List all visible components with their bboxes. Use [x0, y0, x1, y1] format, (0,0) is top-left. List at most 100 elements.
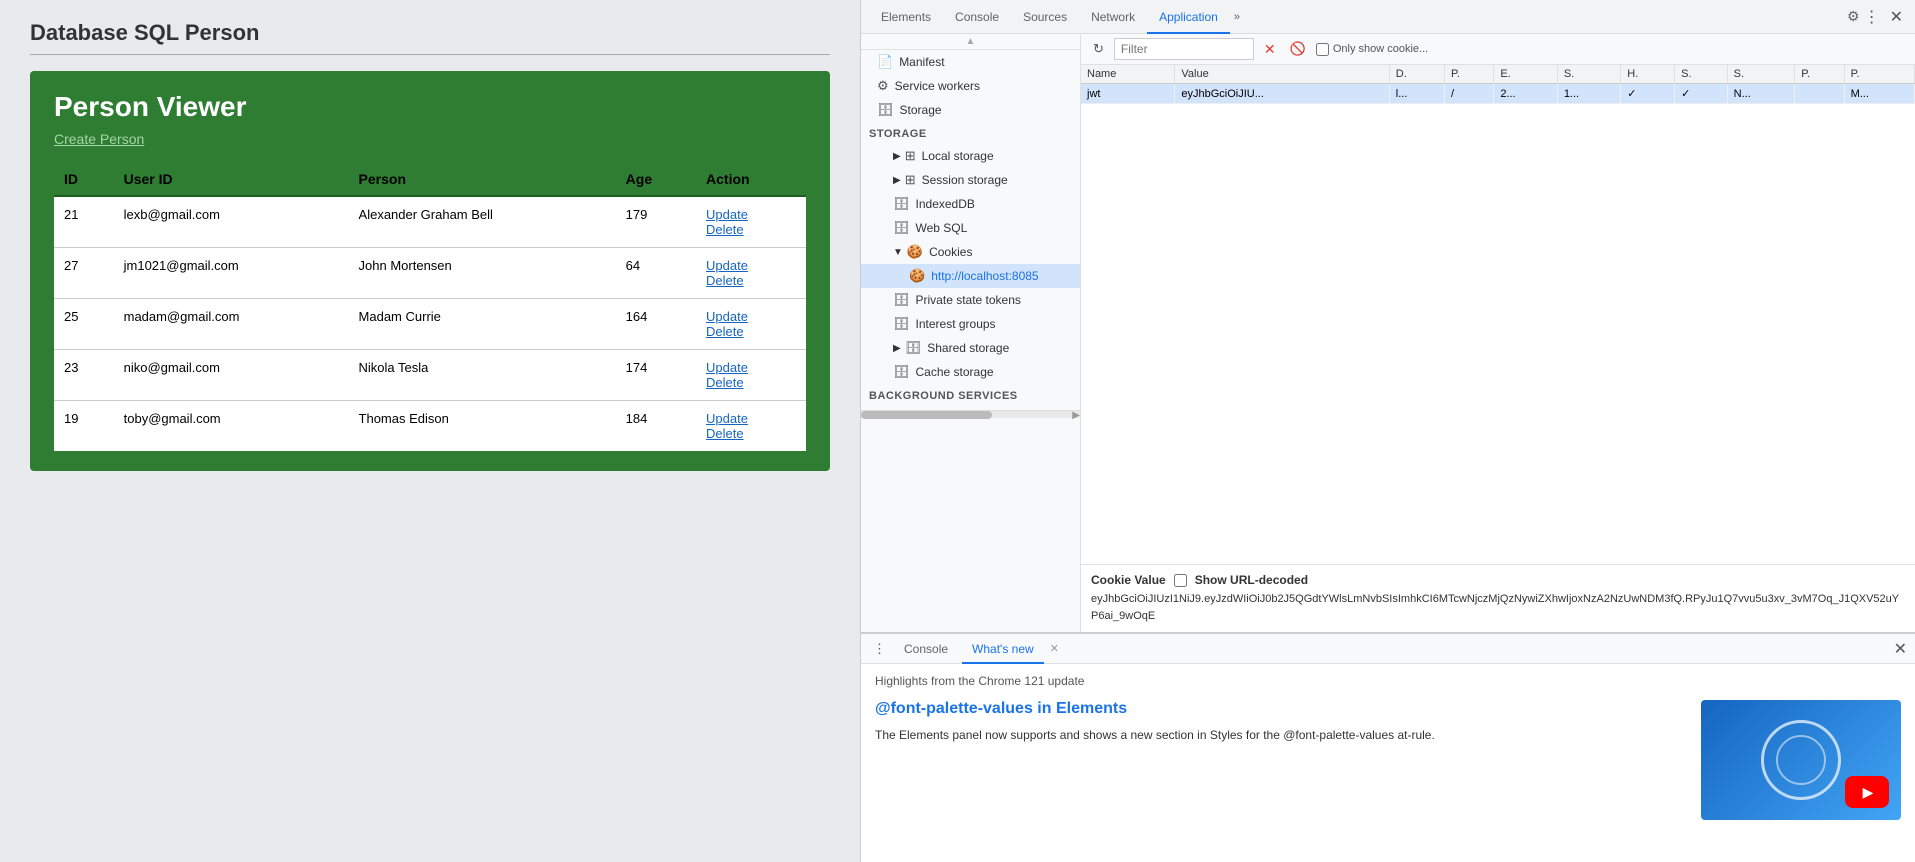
sidebar-scroll-track: ▶ [861, 410, 1080, 418]
cookie-s1: 1... [1557, 84, 1620, 104]
cookie-p2 [1795, 84, 1844, 104]
sidebar-item-local-storage[interactable]: ▶ ⊞ Local storage [861, 144, 1080, 168]
sidebar-cookies-host-label: http://localhost:8085 [931, 269, 1038, 283]
cell-id: 25 [54, 299, 114, 350]
cell-person: Madam Currie [349, 299, 616, 350]
bottom-more-options-icon[interactable]: ⋮ [869, 641, 890, 657]
cookie-s3: N... [1727, 84, 1795, 104]
close-devtools-icon[interactable]: ✕ [1886, 7, 1907, 27]
update-link[interactable]: Update [706, 411, 796, 426]
sidebar-scroll-right[interactable]: ▶ [1072, 410, 1080, 421]
table-row: 19 toby@gmail.com Thomas Edison 184 Upda… [54, 401, 806, 452]
cookie-value: eyJhbGciOiJIU... [1175, 84, 1389, 104]
devtools-body: ▲ 📄 Manifest ⚙ Service workers 🗄 Storage… [861, 34, 1915, 632]
sidebar-scroll-thumb[interactable] [861, 411, 992, 419]
delete-link[interactable]: Delete [706, 222, 796, 237]
session-storage-icon: ⊞ [905, 172, 916, 188]
refresh-cookies-button[interactable]: ↻ [1089, 39, 1108, 59]
whats-new-thumbnail [1701, 700, 1901, 820]
cell-user-id: madam@gmail.com [114, 299, 349, 350]
bottom-toolbar: ⋮ Console What's new ✕ ✕ [861, 634, 1915, 664]
cookie-col-s3[interactable]: S. [1727, 65, 1795, 84]
delete-link[interactable]: Delete [706, 273, 796, 288]
update-link[interactable]: Update [706, 258, 796, 273]
sidebar-item-storage-top[interactable]: 🗄 Storage [861, 98, 1080, 122]
cookie-col-s2[interactable]: S. [1675, 65, 1728, 84]
only-show-checkbox[interactable] [1316, 43, 1329, 56]
youtube-play-button[interactable] [1845, 776, 1889, 808]
cell-id: 23 [54, 350, 114, 401]
delete-link[interactable]: Delete [706, 324, 796, 339]
sidebar-item-private-state-tokens[interactable]: 🗄 Private state tokens [861, 288, 1080, 312]
sidebar-item-web-sql[interactable]: 🗄 Web SQL [861, 216, 1080, 240]
sidebar-item-indexed-db[interactable]: 🗄 IndexedDB [861, 192, 1080, 216]
sidebar-item-manifest[interactable]: 📄 Manifest [861, 50, 1080, 74]
filter-input[interactable] [1114, 38, 1254, 60]
update-link[interactable]: Update [706, 207, 796, 222]
cookie-value-label: Cookie Value [1091, 573, 1166, 587]
thumb-inner-circle [1776, 735, 1826, 785]
sidebar-item-interest-groups[interactable]: 🗄 Interest groups [861, 312, 1080, 336]
tab-sources[interactable]: Sources [1011, 0, 1079, 34]
delete-link[interactable]: Delete [706, 426, 796, 441]
storage-section-header: Storage [861, 122, 1080, 144]
tab-console[interactable]: Console [943, 0, 1011, 34]
whats-new-tab-close[interactable]: ✕ [1048, 642, 1061, 655]
cell-person: Thomas Edison [349, 401, 616, 452]
sidebar-item-shared-storage[interactable]: ▶ 🗄 Shared storage [861, 336, 1080, 360]
cookie-col-e[interactable]: E. [1494, 65, 1557, 84]
close-bottom-panel-icon[interactable]: ✕ [1894, 639, 1907, 659]
cell-action: Update Delete [696, 401, 806, 452]
update-link[interactable]: Update [706, 309, 796, 324]
bottom-tab-whats-new[interactable]: What's new [962, 634, 1044, 664]
tab-network[interactable]: Network [1079, 0, 1147, 34]
whats-new-title: @font-palette-values in Elements [875, 700, 1685, 718]
devtools-bottom: ⋮ Console What's new ✕ ✕ Highlights from… [861, 632, 1915, 862]
clear-filter-button[interactable]: ✕ [1260, 39, 1280, 60]
cookies-host-icon: 🍪 [909, 268, 925, 284]
bottom-content: Highlights from the Chrome 121 update @f… [861, 664, 1915, 862]
thumb-circle [1761, 720, 1841, 800]
cookie-col-h[interactable]: H. [1621, 65, 1675, 84]
cache-storage-icon: 🗄 [893, 364, 910, 380]
tab-elements[interactable]: Elements [869, 0, 943, 34]
sidebar-interest-groups-label: Interest groups [916, 317, 996, 331]
create-person-link[interactable]: Create Person [54, 131, 144, 147]
more-options-icon[interactable]: ⋮ [1860, 7, 1884, 27]
cell-person: Nikola Tesla [349, 350, 616, 401]
col-person: Person [349, 163, 616, 196]
cookie-row[interactable]: jwt eyJhbGciOiJIU... l... / 2... 1... ✓ … [1081, 84, 1915, 104]
cookie-col-name[interactable]: Name [1081, 65, 1175, 84]
indexed-db-icon: 🗄 [893, 196, 910, 212]
cell-user-id: lexb@gmail.com [114, 196, 349, 248]
cookie-col-d[interactable]: D. [1389, 65, 1444, 84]
cookies-arrow: ▼ [893, 247, 903, 258]
delete-cookie-button[interactable]: 🚫 [1286, 39, 1310, 59]
delete-link[interactable]: Delete [706, 375, 796, 390]
sidebar-item-session-storage[interactable]: ▶ ⊞ Session storage [861, 168, 1080, 192]
cookie-col-value[interactable]: Value [1175, 65, 1389, 84]
cookie-value-header: Cookie Value Show URL-decoded [1091, 573, 1905, 587]
card-title: Person Viewer [54, 91, 806, 123]
bottom-tab-console[interactable]: Console [894, 634, 958, 664]
cookie-col-p[interactable]: P. [1445, 65, 1494, 84]
devtools-main: ↻ ✕ 🚫 Only show cookie... Name Value D [1081, 34, 1915, 632]
sidebar-item-cookies[interactable]: ▼ 🍪 Cookies [861, 240, 1080, 264]
tab-application[interactable]: Application [1147, 0, 1230, 34]
cookie-col-s1[interactable]: S. [1557, 65, 1620, 84]
whats-new-text: @font-palette-values in Elements The Ele… [875, 700, 1685, 820]
local-storage-arrow: ▶ [893, 151, 901, 162]
cookie-col-p3[interactable]: P. [1844, 65, 1914, 84]
sidebar-private-state-tokens-label: Private state tokens [916, 293, 1021, 307]
sidebar-item-cache-storage[interactable]: 🗄 Cache storage [861, 360, 1080, 384]
sidebar-local-storage-label: Local storage [922, 149, 994, 163]
settings-icon[interactable]: ⚙ [1847, 8, 1860, 25]
more-tabs-icon[interactable]: » [1230, 11, 1244, 23]
cell-action: Update Delete [696, 248, 806, 299]
cookie-col-p2[interactable]: P. [1795, 65, 1844, 84]
update-link[interactable]: Update [706, 360, 796, 375]
local-storage-icon: ⊞ [905, 148, 916, 164]
sidebar-item-cookies-host[interactable]: 🍪 http://localhost:8085 [861, 264, 1080, 288]
sidebar-item-service-workers[interactable]: ⚙ Service workers [861, 74, 1080, 98]
show-url-decoded-checkbox[interactable] [1174, 574, 1187, 587]
